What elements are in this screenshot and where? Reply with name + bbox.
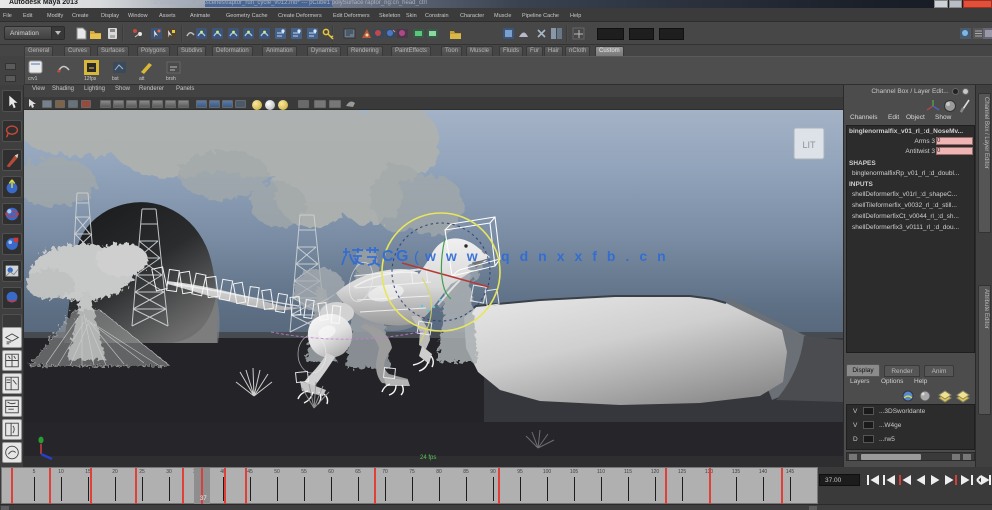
svg-text:www.qdnxxfb.cn: www.qdnxxfb.cn xyxy=(424,248,676,264)
svg-text:24 fps: 24 fps xyxy=(420,455,436,461)
svg-text:LIT: LIT xyxy=(802,140,816,150)
svg-text:(: ( xyxy=(414,249,419,266)
svg-text:CG: CG xyxy=(382,248,411,265)
